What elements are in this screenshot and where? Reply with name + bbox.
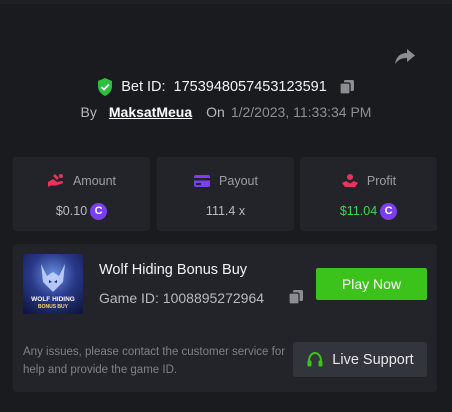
amount-stat: Amount $0.10 C: [13, 157, 150, 231]
coin-icon: C: [90, 202, 108, 220]
on-label: On: [206, 104, 225, 120]
top-strip: [0, 0, 452, 4]
payout-stat: Payout 111.4 x: [157, 157, 294, 231]
live-support-label: Live Support: [332, 351, 414, 368]
game-thumbnail[interactable]: WOLF HIDING BONUS BUY: [23, 254, 83, 314]
copy-icon[interactable]: [339, 79, 355, 95]
game-title: Wolf Hiding Bonus Buy: [99, 262, 248, 278]
copy-icon[interactable]: [288, 289, 304, 305]
amount-label: Amount: [72, 174, 117, 188]
share-icon[interactable]: [393, 44, 417, 68]
coin-icon: C: [380, 202, 398, 220]
payout-icon: [194, 175, 211, 187]
play-now-button[interactable]: Play Now: [316, 268, 427, 300]
headset-icon: [307, 351, 323, 366]
amount-icon: [47, 174, 64, 187]
bet-date: 1/2/2023, 11:33:34 PM: [230, 104, 372, 120]
profit-icon: [341, 174, 358, 187]
profit-stat: Profit $11.04 C: [300, 157, 437, 231]
game-card: WOLF HIDING BONUS BUY Wolf Hiding Bonus …: [13, 244, 437, 392]
thumb-title-line2: BONUS BUY: [38, 304, 69, 310]
game-id: Game ID: 1008895272964: [99, 290, 264, 306]
payout-label: Payout: [219, 174, 258, 188]
game-id-label: Game ID:: [99, 290, 159, 306]
by-label: By: [80, 104, 97, 120]
profit-label: Profit: [366, 174, 397, 188]
bet-id-value: 1753948057453123591: [173, 79, 327, 95]
bet-author-row: By MaksatMeua On 1/2/2023, 11:33:34 PM: [0, 101, 452, 123]
bet-id-label: Bet ID:: [121, 79, 166, 95]
verified-shield-icon: [98, 78, 113, 96]
username-link[interactable]: MaksatMeua: [109, 104, 192, 120]
bet-id-row: Bet ID: 1753948057453123591: [0, 76, 452, 98]
support-message: Any issues, please contact the customer …: [23, 346, 286, 376]
thumb-title-line1: WOLF HIDING: [31, 296, 75, 303]
amount-value: $0.10: [55, 204, 88, 218]
live-support-button[interactable]: Live Support: [293, 342, 427, 377]
game-id-value: 1008895272964: [162, 290, 265, 306]
payout-value: 111.4 x: [205, 204, 246, 218]
profit-value: $11.04: [339, 204, 378, 218]
